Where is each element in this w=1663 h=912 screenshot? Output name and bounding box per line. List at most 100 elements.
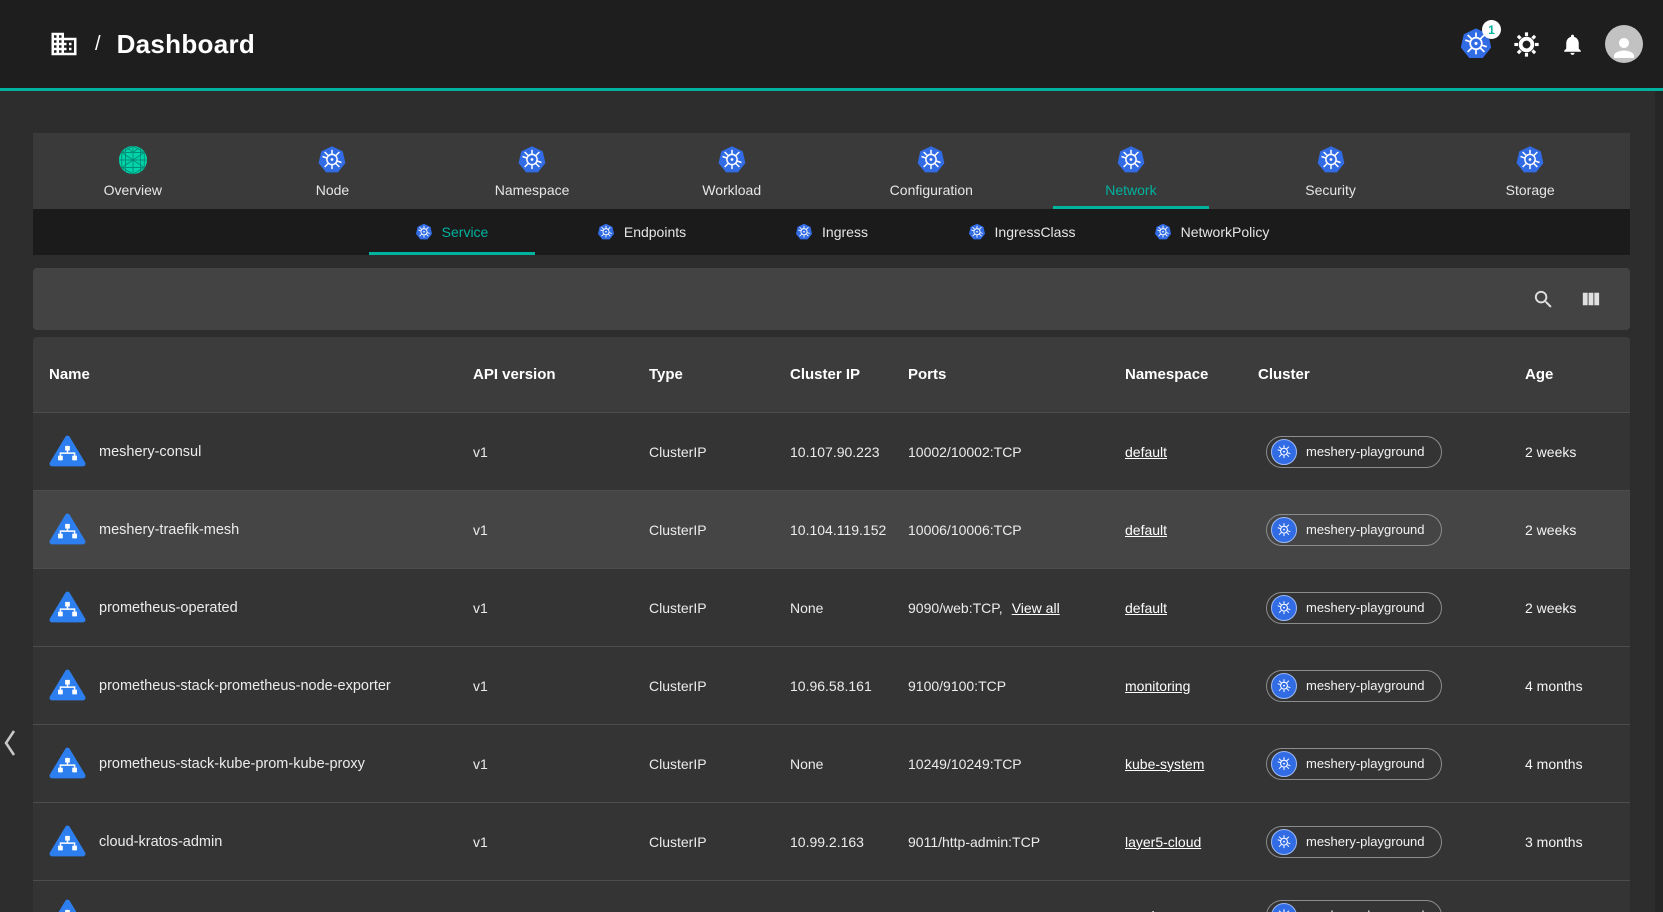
column-header-age[interactable]: Age (1525, 366, 1630, 383)
cluster-chip[interactable]: meshery-playground (1266, 826, 1442, 858)
namespace-link[interactable]: default (1125, 522, 1167, 538)
subtab-ingress[interactable]: Ingress (737, 209, 927, 255)
kubernetes-icon (795, 223, 813, 241)
ports-cell: 10002/10002:TCP (908, 444, 1022, 460)
age-cell: 4 months (1525, 756, 1630, 772)
settings-gear-icon[interactable] (1513, 31, 1540, 58)
cluster-chip[interactable]: meshery-playground (1266, 592, 1442, 624)
table-row[interactable]: prometheus-stack-kube-prom-kube-proxy v1… (33, 724, 1630, 802)
age-cell: 2 weeks (1525, 444, 1630, 460)
api-version-cell: v1 (473, 600, 649, 616)
column-header-cluster[interactable]: Cluster (1258, 366, 1525, 383)
cluster-chip-label: meshery-playground (1306, 756, 1425, 771)
resource-tabs: Overview Node (33, 133, 1630, 255)
tab-node[interactable]: Node (233, 133, 433, 209)
kubernetes-icon (597, 223, 615, 241)
cluster-chip-label: meshery-playground (1306, 908, 1425, 912)
tab-overview[interactable]: Overview (33, 133, 233, 209)
tab-label: Node (316, 182, 349, 198)
kubernetes-icon (717, 145, 747, 175)
cluster-chip-label: meshery-playground (1306, 834, 1425, 849)
collapse-drawer-chevron-icon[interactable] (2, 728, 18, 758)
table-row[interactable]: cloud-kratos-admin v1 ClusterIP 10.99.2.… (33, 802, 1630, 880)
table-row[interactable]: meshery-traefik-mesh v1 ClusterIP 10.104… (33, 490, 1630, 568)
cluster-chip-label: meshery-playground (1306, 678, 1425, 693)
tab-label: Network (1105, 182, 1156, 198)
cluster-chip[interactable]: meshery-playground (1266, 436, 1442, 468)
search-icon[interactable] (1532, 288, 1555, 311)
table-body: meshery-consul v1 ClusterIP 10.107.90.22… (33, 412, 1630, 912)
namespace-link[interactable]: default (1125, 444, 1167, 460)
subtab-ingressclass[interactable]: IngressClass (927, 209, 1117, 255)
tab-namespace[interactable]: Namespace (432, 133, 632, 209)
age-cell: 3 months (1525, 834, 1630, 850)
kubernetes-icon (1515, 145, 1545, 175)
namespace-link[interactable]: layer5-cloud (1125, 834, 1201, 850)
api-version-cell: v1 (473, 678, 649, 694)
type-cell: ClusterIP (649, 600, 790, 616)
cluster-count-badge: 1 (1482, 20, 1501, 39)
column-header-api-version[interactable]: API version (473, 366, 649, 383)
tab-label: Workload (702, 182, 761, 198)
cluster-ip-cell: 10.104.119.152 (790, 522, 908, 538)
ports-cell: 9090/web:TCP, (908, 600, 1003, 616)
api-version-cell: v1 (473, 522, 649, 538)
app-header: / Dashboard 1 (0, 0, 1663, 88)
ports-cell: 10006/10006:TCP (908, 522, 1022, 538)
ports-cell: 9011/http-admin:TCP (908, 834, 1040, 850)
type-cell: ClusterIP (649, 444, 790, 460)
cluster-status-button[interactable]: 1 (1459, 27, 1493, 61)
subtab-networkpolicy[interactable]: NetworkPolicy (1117, 209, 1307, 255)
kubernetes-icon (916, 145, 946, 175)
notifications-bell-icon[interactable] (1560, 32, 1585, 57)
tab-storage[interactable]: Storage (1430, 133, 1630, 209)
accent-divider (0, 88, 1663, 91)
namespace-link[interactable]: monitoring (1125, 678, 1190, 694)
api-version-cell: v1 (473, 444, 649, 460)
column-header-name[interactable]: Name (33, 366, 473, 383)
service-name: meshery-consul (99, 444, 201, 460)
namespace-link[interactable]: kube-system (1125, 756, 1204, 772)
cluster-ip-cell: 10.96.58.161 (790, 678, 908, 694)
kubernetes-icon (1271, 751, 1297, 777)
namespace-link[interactable]: meshery (1125, 908, 1179, 912)
service-icon (49, 667, 86, 704)
cluster-chip[interactable]: meshery-playground (1266, 900, 1442, 912)
column-header-type[interactable]: Type (649, 366, 790, 383)
tab-network[interactable]: Network (1031, 133, 1231, 209)
tab-configuration[interactable]: Configuration (832, 133, 1032, 209)
page-scrollbar[interactable] (1655, 0, 1663, 912)
user-avatar[interactable] (1605, 25, 1643, 63)
kubernetes-icon (1154, 223, 1172, 241)
column-header-namespace[interactable]: Namespace (1125, 366, 1258, 383)
subtab-label: Endpoints (624, 224, 686, 240)
tab-workload[interactable]: Workload (632, 133, 832, 209)
table-row[interactable]: meshery-consul v1 ClusterIP 10.107.90.22… (33, 412, 1630, 490)
cluster-chip[interactable]: meshery-playground (1266, 748, 1442, 780)
table-row[interactable]: prometheus-stack-prometheus-node-exporte… (33, 646, 1630, 724)
tab-label: Namespace (495, 182, 570, 198)
kubernetes-icon (1271, 673, 1297, 699)
table-toolbar (33, 268, 1630, 330)
table-header-row: Name API version Type Cluster IP Ports N… (33, 337, 1630, 412)
subtab-label: Service (442, 224, 489, 240)
api-version-cell: v1 (473, 834, 649, 850)
column-header-ports[interactable]: Ports (908, 366, 1125, 383)
subtab-label: IngressClass (995, 224, 1076, 240)
namespace-link[interactable]: default (1125, 600, 1167, 616)
subtab-endpoints[interactable]: Endpoints (547, 209, 737, 255)
ports-cell: 10249/10249:TCP (908, 756, 1022, 772)
table-row[interactable]: meshery meshery-playground (33, 880, 1630, 912)
network-sub-tabs: Service Endpoints (33, 209, 1630, 255)
table-row[interactable]: prometheus-operated v1 ClusterIP None 90… (33, 568, 1630, 646)
view-all-link[interactable]: View all (1012, 600, 1060, 616)
cluster-chip[interactable]: meshery-playground (1266, 670, 1442, 702)
organization-icon[interactable] (49, 29, 79, 59)
tab-security[interactable]: Security (1231, 133, 1431, 209)
subtab-service[interactable]: Service (357, 209, 547, 255)
column-header-cluster-ip[interactable]: Cluster IP (790, 366, 908, 383)
service-name: cloud-kratos-admin (99, 834, 222, 850)
view-columns-icon[interactable] (1579, 288, 1602, 311)
cluster-chip[interactable]: meshery-playground (1266, 514, 1442, 546)
kubernetes-icon (1116, 145, 1146, 175)
